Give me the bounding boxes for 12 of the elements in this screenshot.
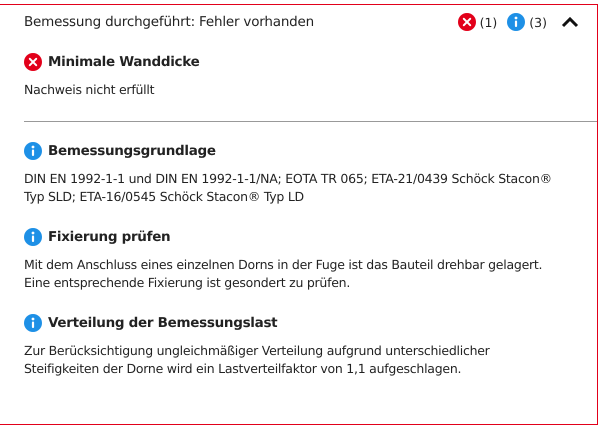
message-title: Fixierung prüfen — [48, 229, 170, 245]
message-count: (3) — [529, 14, 547, 30]
message-text: DIN EN 1992-1-1 und DIN EN 1992-1-1/NA; EOTA TR 065; ETA-21/0439 Schöck Stacon® Typ SLD; ETA-16/0545 Schöck Stacon® Typ LD — [24, 170, 553, 206]
message-text: Nachweis nicht erfüllt — [24, 81, 156, 99]
message-title: Minimale Wanddicke — [48, 54, 200, 70]
collapse-button[interactable] — [561, 16, 579, 28]
message-text: Zur Berücksichtigung ungleichmäßiger Verteilung aufgrund unterschiedlicher Steifigkeiten der Dorne wird ein Lastverteilfaktor von 1,1 aufgeschlagen. — [24, 342, 491, 378]
message-text: Mit dem Anschluss eines einzelnen Dorns in der Fuge ist das Bauteil drehbar gelagert. Eine entsprechende Fixierung ist gesondert zu prüfen. — [24, 256, 544, 292]
panel-title: Bemessung durchgeführt: Fehler vorhanden — [24, 14, 316, 30]
message-count: (1) — [480, 14, 498, 30]
message-title: Bemessungsgrundlage — [48, 143, 216, 159]
message-title: Verteilung der Bemessungslast — [48, 315, 278, 331]
